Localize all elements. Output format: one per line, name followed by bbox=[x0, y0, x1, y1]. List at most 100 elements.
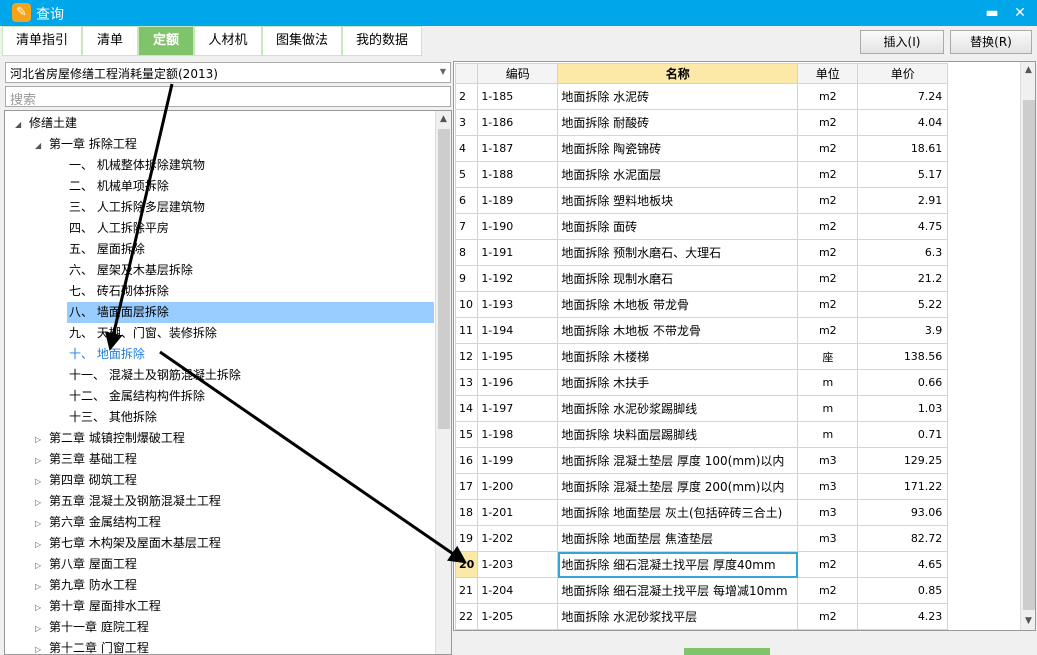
table-row[interactable]: 15 1-198 地面拆除 块料面层踢脚线 m 0.71 bbox=[454, 421, 949, 448]
minimize-button[interactable]: ▬ bbox=[982, 3, 1002, 23]
table-row[interactable]: 11 1-194 地面拆除 木地板 不带龙骨 m2 3.9 bbox=[454, 317, 949, 344]
quota-name[interactable]: 地面拆除 面砖 bbox=[557, 213, 799, 240]
quota-price[interactable]: 3.9 bbox=[857, 317, 949, 344]
quota-name[interactable]: 地面拆除 水泥砂浆找平层 bbox=[557, 603, 799, 630]
table-row[interactable]: 13 1-196 地面拆除 木扶手 m 0.66 bbox=[454, 369, 949, 396]
quota-name[interactable]: 地面拆除 木扶手 bbox=[557, 369, 799, 396]
quota-code[interactable]: 1-187 bbox=[477, 135, 559, 162]
quota-unit[interactable]: m3 bbox=[797, 447, 859, 474]
quota-price[interactable]: 5.22 bbox=[857, 291, 949, 318]
close-button[interactable]: ✕ bbox=[1010, 3, 1030, 23]
quota-price[interactable]: 129.25 bbox=[857, 447, 949, 474]
quota-price[interactable]: 5.17 bbox=[857, 161, 949, 188]
panel-splitter-handle[interactable] bbox=[684, 648, 770, 655]
grid-scrollbar[interactable]: ▲ ▼ bbox=[1020, 62, 1035, 630]
table-row[interactable]: 3 1-186 地面拆除 耐酸砖 m2 4.04 bbox=[454, 109, 949, 136]
quota-name[interactable]: 地面拆除 木地板 带龙骨 bbox=[557, 291, 799, 318]
quota-unit[interactable]: m2 bbox=[797, 603, 859, 630]
table-row[interactable]: 2 1-185 地面拆除 水泥砖 m2 7.24 bbox=[454, 83, 949, 110]
tree-node-chapter[interactable]: ▷ 第六章 金属结构工程 bbox=[35, 512, 161, 533]
tree-node-chapter[interactable]: ▷ 第十章 屋面排水工程 bbox=[35, 596, 161, 617]
quota-code[interactable]: 1-191 bbox=[477, 239, 559, 266]
row-number[interactable]: 7 bbox=[454, 213, 479, 240]
table-row[interactable]: 17 1-200 地面拆除 混凝土垫层 厚度 200(mm)以内 m3 171.22 bbox=[454, 473, 949, 500]
table-row[interactable]: 10 1-193 地面拆除 木地板 带龙骨 m2 5.22 bbox=[454, 291, 949, 318]
quota-price[interactable]: 138.56 bbox=[857, 343, 949, 370]
tree-scrollbar[interactable]: ▲ bbox=[435, 111, 451, 654]
expand-icon[interactable]: ▷ bbox=[35, 555, 49, 576]
quota-name[interactable]: 地面拆除 耐酸砖 bbox=[557, 109, 799, 136]
table-row[interactable]: 14 1-197 地面拆除 水泥砂浆踢脚线 m 1.03 bbox=[454, 395, 949, 422]
quota-unit[interactable]: m bbox=[797, 369, 859, 396]
expand-icon[interactable]: ▷ bbox=[35, 597, 49, 618]
quota-unit[interactable]: m3 bbox=[797, 473, 859, 500]
quota-code[interactable]: 1-198 bbox=[477, 421, 559, 448]
tree-node-section[interactable]: 七、 砖石砌体拆除 bbox=[69, 281, 169, 302]
quota-price[interactable]: 18.61 bbox=[857, 135, 949, 162]
expand-icon[interactable]: ▷ bbox=[35, 576, 49, 597]
row-number[interactable]: 2 bbox=[454, 83, 479, 110]
replace-button[interactable]: 替换(R) bbox=[950, 30, 1032, 54]
quota-code[interactable]: 1-185 bbox=[477, 83, 559, 110]
tree-node-chapter[interactable]: ▷ 第八章 屋面工程 bbox=[35, 554, 137, 575]
quota-name[interactable]: 地面拆除 混凝土垫层 厚度 200(mm)以内 bbox=[557, 473, 799, 500]
quota-name[interactable]: 地面拆除 细石混凝土找平层 每增减10mm bbox=[557, 577, 799, 604]
table-row[interactable]: 20 1-203 地面拆除 细石混凝土找平层 厚度40mm m2 4.65 bbox=[454, 551, 949, 578]
tree-node-section[interactable]: 九、 天棚、门窗、装修拆除 bbox=[69, 323, 217, 344]
quota-unit[interactable]: m bbox=[797, 395, 859, 422]
tab-my-data[interactable]: 我的数据 bbox=[342, 26, 422, 56]
quota-price[interactable]: 7.24 bbox=[857, 83, 949, 110]
quota-unit[interactable]: 座 bbox=[797, 343, 859, 370]
tab-bill[interactable]: 清单 bbox=[82, 26, 138, 56]
tree-node-chapter[interactable]: ▷ 第九章 防水工程 bbox=[35, 575, 137, 596]
quota-price[interactable]: 0.85 bbox=[857, 577, 949, 604]
table-row[interactable]: 18 1-201 地面拆除 地面垫层 灰土(包括碎砖三合土) m3 93.06 bbox=[454, 499, 949, 526]
quota-name[interactable]: 地面拆除 混凝土垫层 厚度 100(mm)以内 bbox=[557, 447, 799, 474]
tree-node-chapter[interactable]: ▷ 第十一章 庭院工程 bbox=[35, 617, 149, 638]
quota-code[interactable]: 1-193 bbox=[477, 291, 559, 318]
row-number[interactable]: 14 bbox=[454, 395, 479, 422]
quota-unit[interactable]: m2 bbox=[797, 239, 859, 266]
scroll-thumb[interactable] bbox=[438, 129, 450, 429]
quota-name[interactable]: 地面拆除 木地板 不带龙骨 bbox=[557, 317, 799, 344]
tab-labor-material-machine[interactable]: 人材机 bbox=[194, 26, 262, 56]
quota-name[interactable]: 地面拆除 地面垫层 灰土(包括碎砖三合土) bbox=[557, 499, 799, 526]
table-row[interactable]: 22 1-205 地面拆除 水泥砂浆找平层 m2 4.23 bbox=[454, 603, 949, 630]
quota-unit[interactable]: m2 bbox=[797, 551, 859, 578]
scroll-up-icon[interactable]: ▲ bbox=[1021, 62, 1035, 79]
scroll-down-icon[interactable]: ▼ bbox=[1021, 613, 1035, 630]
quota-code[interactable]: 1-202 bbox=[477, 525, 559, 552]
table-row[interactable]: 7 1-190 地面拆除 面砖 m2 4.75 bbox=[454, 213, 949, 240]
tree-node-section[interactable]: 十一、 混凝土及钢筋混凝土拆除 bbox=[69, 365, 241, 386]
quota-code[interactable]: 1-204 bbox=[477, 577, 559, 604]
tree-node-section[interactable]: 二、 机械单项拆除 bbox=[69, 176, 169, 197]
quota-price[interactable]: 4.75 bbox=[857, 213, 949, 240]
row-number[interactable]: 22 bbox=[454, 603, 479, 630]
quota-code[interactable]: 1-190 bbox=[477, 213, 559, 240]
row-number[interactable]: 15 bbox=[454, 421, 479, 448]
quota-name[interactable]: 地面拆除 细石混凝土找平层 厚度40mm bbox=[557, 551, 799, 578]
quota-code[interactable]: 1-199 bbox=[477, 447, 559, 474]
tree-node-chapter[interactable]: ▷ 第七章 木构架及屋面木基层工程 bbox=[35, 533, 221, 554]
quota-name[interactable]: 地面拆除 木楼梯 bbox=[557, 343, 799, 370]
insert-button[interactable]: 插入(I) bbox=[860, 30, 944, 54]
quota-name[interactable]: 地面拆除 预制水磨石、大理石 bbox=[557, 239, 799, 266]
quota-unit[interactable]: m3 bbox=[797, 525, 859, 552]
quota-price[interactable]: 1.03 bbox=[857, 395, 949, 422]
table-row[interactable]: 16 1-199 地面拆除 混凝土垫层 厚度 100(mm)以内 m3 129.25 bbox=[454, 447, 949, 474]
row-number[interactable]: 3 bbox=[454, 109, 479, 136]
scroll-up-icon[interactable]: ▲ bbox=[436, 111, 451, 128]
row-number[interactable]: 19 bbox=[454, 525, 479, 552]
quota-code[interactable]: 1-196 bbox=[477, 369, 559, 396]
expand-icon[interactable]: ▷ bbox=[35, 618, 49, 639]
header-price[interactable]: 单价 bbox=[857, 63, 949, 84]
quota-code[interactable]: 1-203 bbox=[477, 551, 559, 578]
row-number[interactable]: 20 bbox=[454, 551, 479, 578]
quota-price[interactable]: 21.2 bbox=[857, 265, 949, 292]
row-number[interactable]: 5 bbox=[454, 161, 479, 188]
quota-price[interactable]: 6.3 bbox=[857, 239, 949, 266]
row-number[interactable]: 17 bbox=[454, 473, 479, 500]
quota-code[interactable]: 1-188 bbox=[477, 161, 559, 188]
quota-name[interactable]: 地面拆除 水泥砂浆踢脚线 bbox=[557, 395, 799, 422]
row-number[interactable]: 18 bbox=[454, 499, 479, 526]
